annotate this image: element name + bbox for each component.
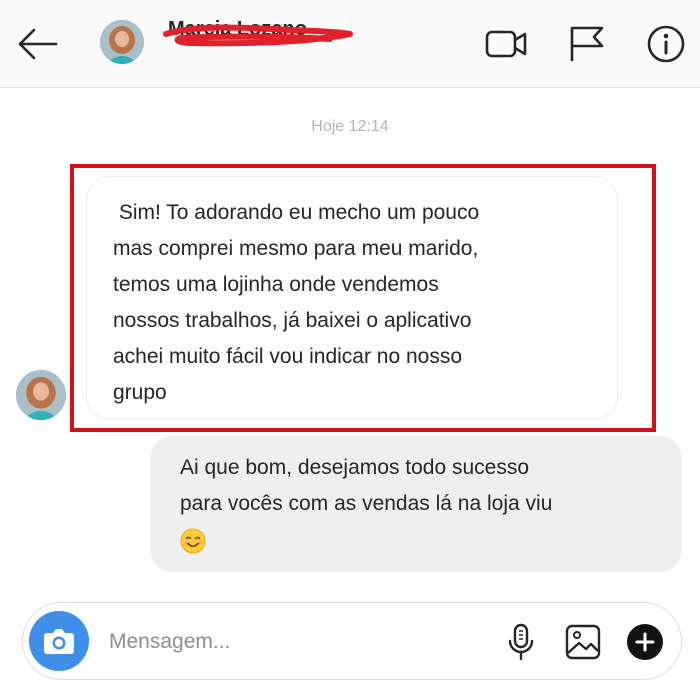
voice-message-button[interactable] <box>501 621 541 663</box>
message-line: Sim! To adorando eu mecho um pouco <box>113 201 480 224</box>
back-button[interactable] <box>14 24 60 64</box>
message-composer <box>22 602 682 680</box>
message-line: para vocês com as vendas lá na loja viu <box>180 492 553 515</box>
info-button[interactable] <box>646 24 686 64</box>
camera-button[interactable] <box>29 611 89 671</box>
video-call-button[interactable] <box>484 24 528 64</box>
flag-icon <box>570 26 604 62</box>
camera-icon <box>44 629 74 654</box>
plus-icon <box>627 624 663 660</box>
gallery-icon <box>565 624 601 660</box>
message-line: Ai que bom, desejamos todo sucesso <box>180 456 530 479</box>
video-call-icon <box>485 30 527 58</box>
back-arrow-icon <box>18 28 58 60</box>
received-message-bubble[interactable]: Sim! To adorando eu mecho um pouco mas c… <box>86 176 618 420</box>
contact-avatar[interactable] <box>100 20 144 64</box>
message-timestamp: Hoje 12:14 <box>311 118 389 135</box>
info-icon <box>647 25 685 63</box>
message-line <box>180 522 662 558</box>
message-line: grupo <box>113 381 167 404</box>
more-options-button[interactable] <box>625 621 665 663</box>
smiling-face-emoji <box>180 528 206 554</box>
contact-name[interactable]: Marcia Lozano <box>168 18 307 41</box>
avatar-photo <box>16 370 66 420</box>
message-line: achei muito fácil vou indicar no nosso <box>113 345 463 368</box>
message-line: mas comprei mesmo para meu marido, <box>113 237 479 260</box>
report-button[interactable] <box>566 24 610 64</box>
sender-avatar[interactable] <box>16 370 66 420</box>
gallery-button[interactable] <box>563 621 603 663</box>
message-line: nossos trabalhos, já baixei o aplicativo <box>113 309 472 332</box>
sent-message-bubble[interactable]: Ai que bom, desejamos todo sucesso para … <box>150 436 682 572</box>
message-input[interactable] <box>109 625 489 659</box>
avatar-photo <box>100 20 144 64</box>
microphone-icon <box>508 623 534 661</box>
message-line: temos uma lojinha onde vendemos <box>113 273 439 296</box>
chat-header: Marcia Lozano <box>0 0 700 88</box>
